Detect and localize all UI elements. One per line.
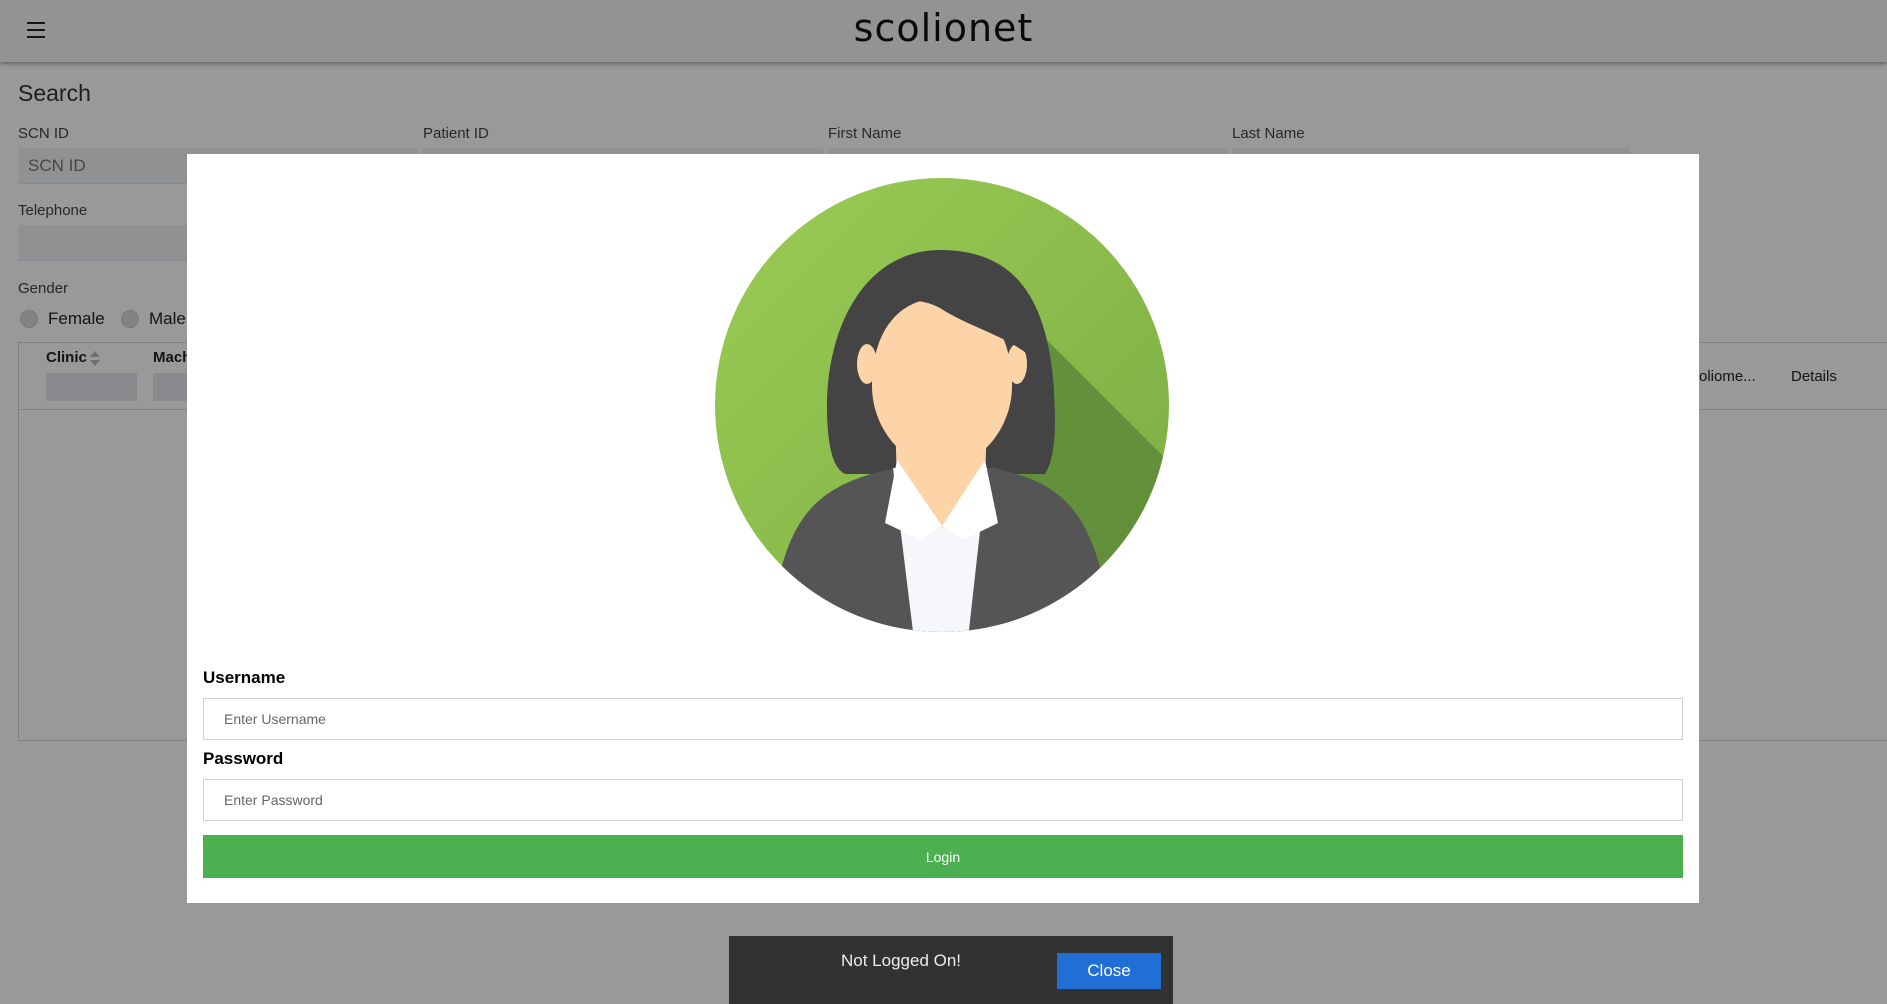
username-label: Username — [203, 668, 286, 687]
user-avatar-icon — [715, 178, 1169, 632]
password-input[interactable] — [203, 779, 1683, 821]
notification-snackbar: Not Logged On! Close — [729, 936, 1173, 1004]
login-button[interactable]: Login — [203, 835, 1683, 878]
snackbar-close-button[interactable]: Close — [1057, 953, 1161, 989]
username-input[interactable] — [203, 698, 1683, 740]
snackbar-message: Not Logged On! — [841, 951, 962, 970]
login-dialog: Username Password Login — [187, 154, 1699, 903]
password-label: Password — [203, 749, 284, 768]
